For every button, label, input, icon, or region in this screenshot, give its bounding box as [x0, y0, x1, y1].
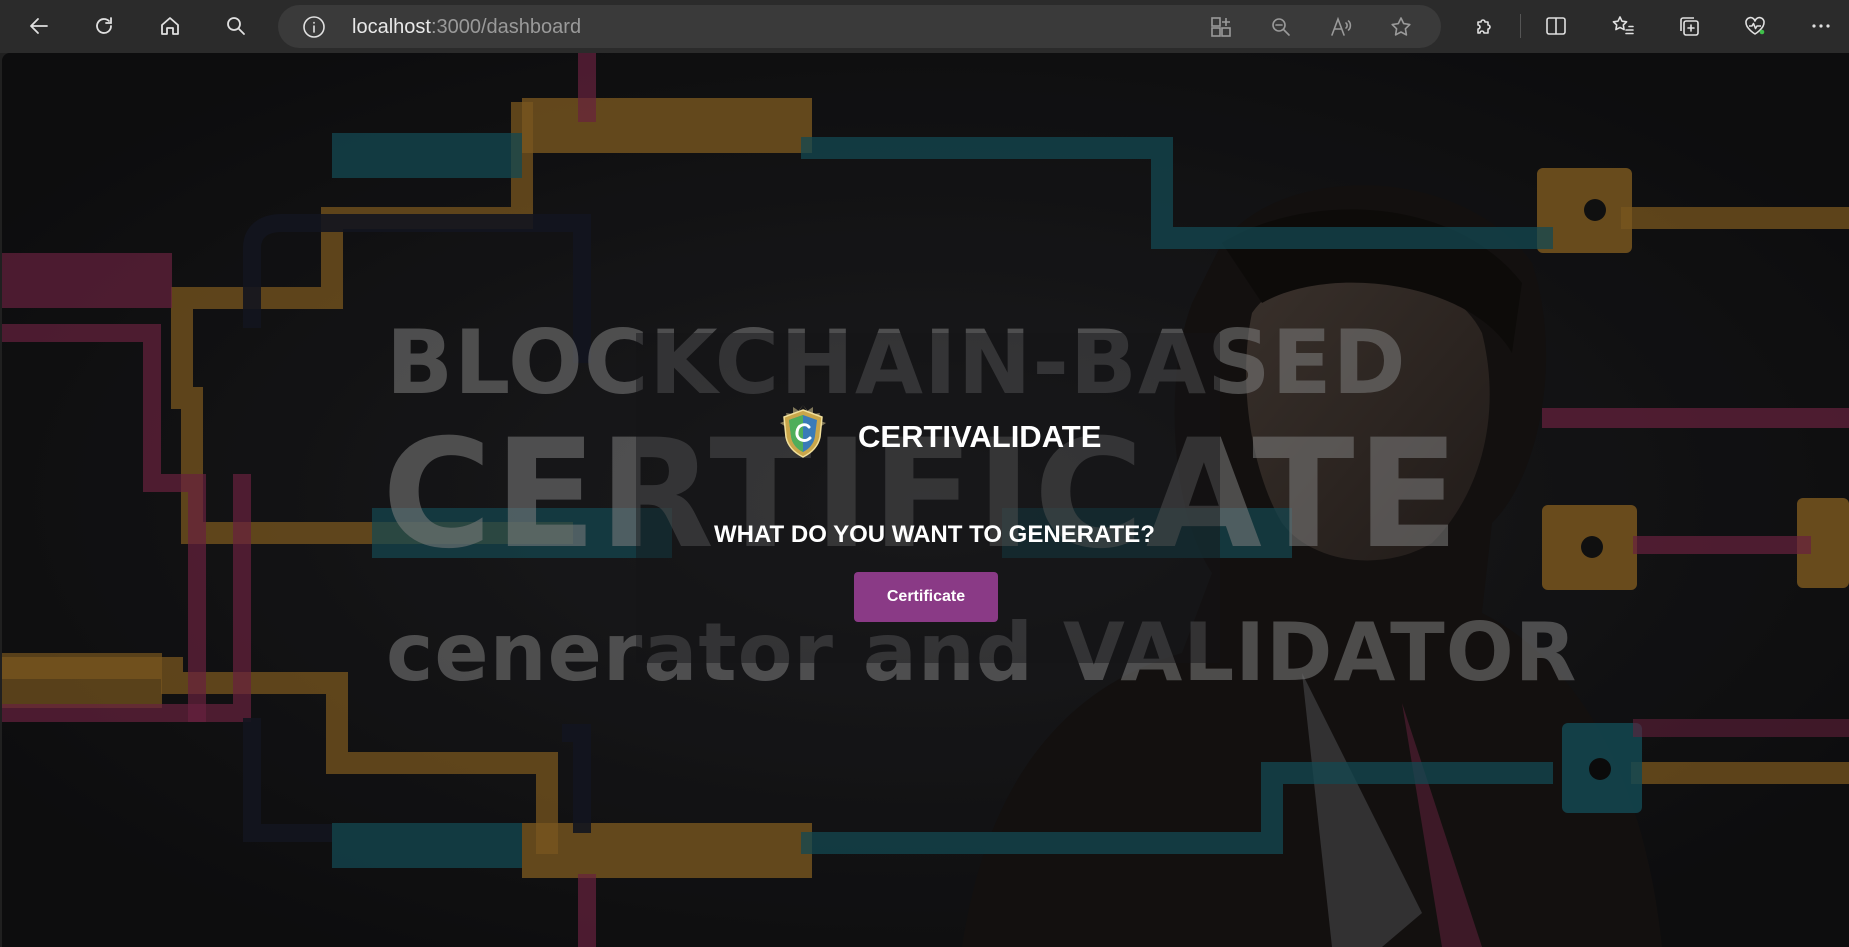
more-button[interactable] — [1801, 6, 1841, 46]
collections-button[interactable] — [1669, 6, 1709, 46]
refresh-icon — [96, 17, 112, 34]
star-icon[interactable] — [1389, 15, 1413, 39]
page-viewport: BLOCKCHAIN-BASED CERTIFICATE cenerator a… — [2, 53, 1849, 947]
refresh-button[interactable] — [84, 6, 124, 46]
search-button[interactable] — [216, 6, 256, 46]
app-grid-icon[interactable] — [1209, 15, 1233, 39]
back-button[interactable] — [19, 6, 59, 46]
home-button[interactable] — [150, 6, 190, 46]
shield-logo-icon — [780, 405, 826, 458]
split-screen-icon — [1546, 17, 1566, 35]
search-icon — [227, 17, 245, 35]
info-icon[interactable] — [302, 15, 326, 39]
url-text[interactable]: localhost:3000/dashboard — [352, 16, 581, 39]
url-path: :3000/dashboard — [430, 16, 582, 38]
zoom-out-icon[interactable] — [1269, 15, 1293, 39]
browser-toolbar: localhost:3000/dashboard — [0, 0, 1849, 53]
favorites-list-icon — [1612, 16, 1634, 35]
favorites-button[interactable] — [1603, 6, 1643, 46]
brand-name: CERTIVALIDATE — [858, 419, 1102, 454]
generate-question: WHAT DO YOU WANT TO GENERATE? — [714, 521, 1155, 548]
address-bar[interactable]: localhost:3000/dashboard — [278, 5, 1441, 48]
read-aloud-icon[interactable] — [1329, 15, 1353, 39]
certificate-button[interactable]: Certificate — [854, 572, 998, 622]
puzzle-icon — [1477, 19, 1491, 34]
back-arrow-icon — [30, 18, 48, 34]
split-screen-button[interactable] — [1536, 6, 1576, 46]
browser-essentials-button[interactable] — [1735, 6, 1775, 46]
more-icon — [1812, 24, 1830, 28]
collections-icon — [1680, 17, 1699, 36]
extensions-button[interactable] — [1465, 6, 1505, 46]
url-host: localhost — [352, 16, 431, 38]
home-icon — [161, 17, 179, 35]
toolbar-divider — [1520, 14, 1521, 38]
heart-pulse-icon — [1745, 16, 1765, 35]
